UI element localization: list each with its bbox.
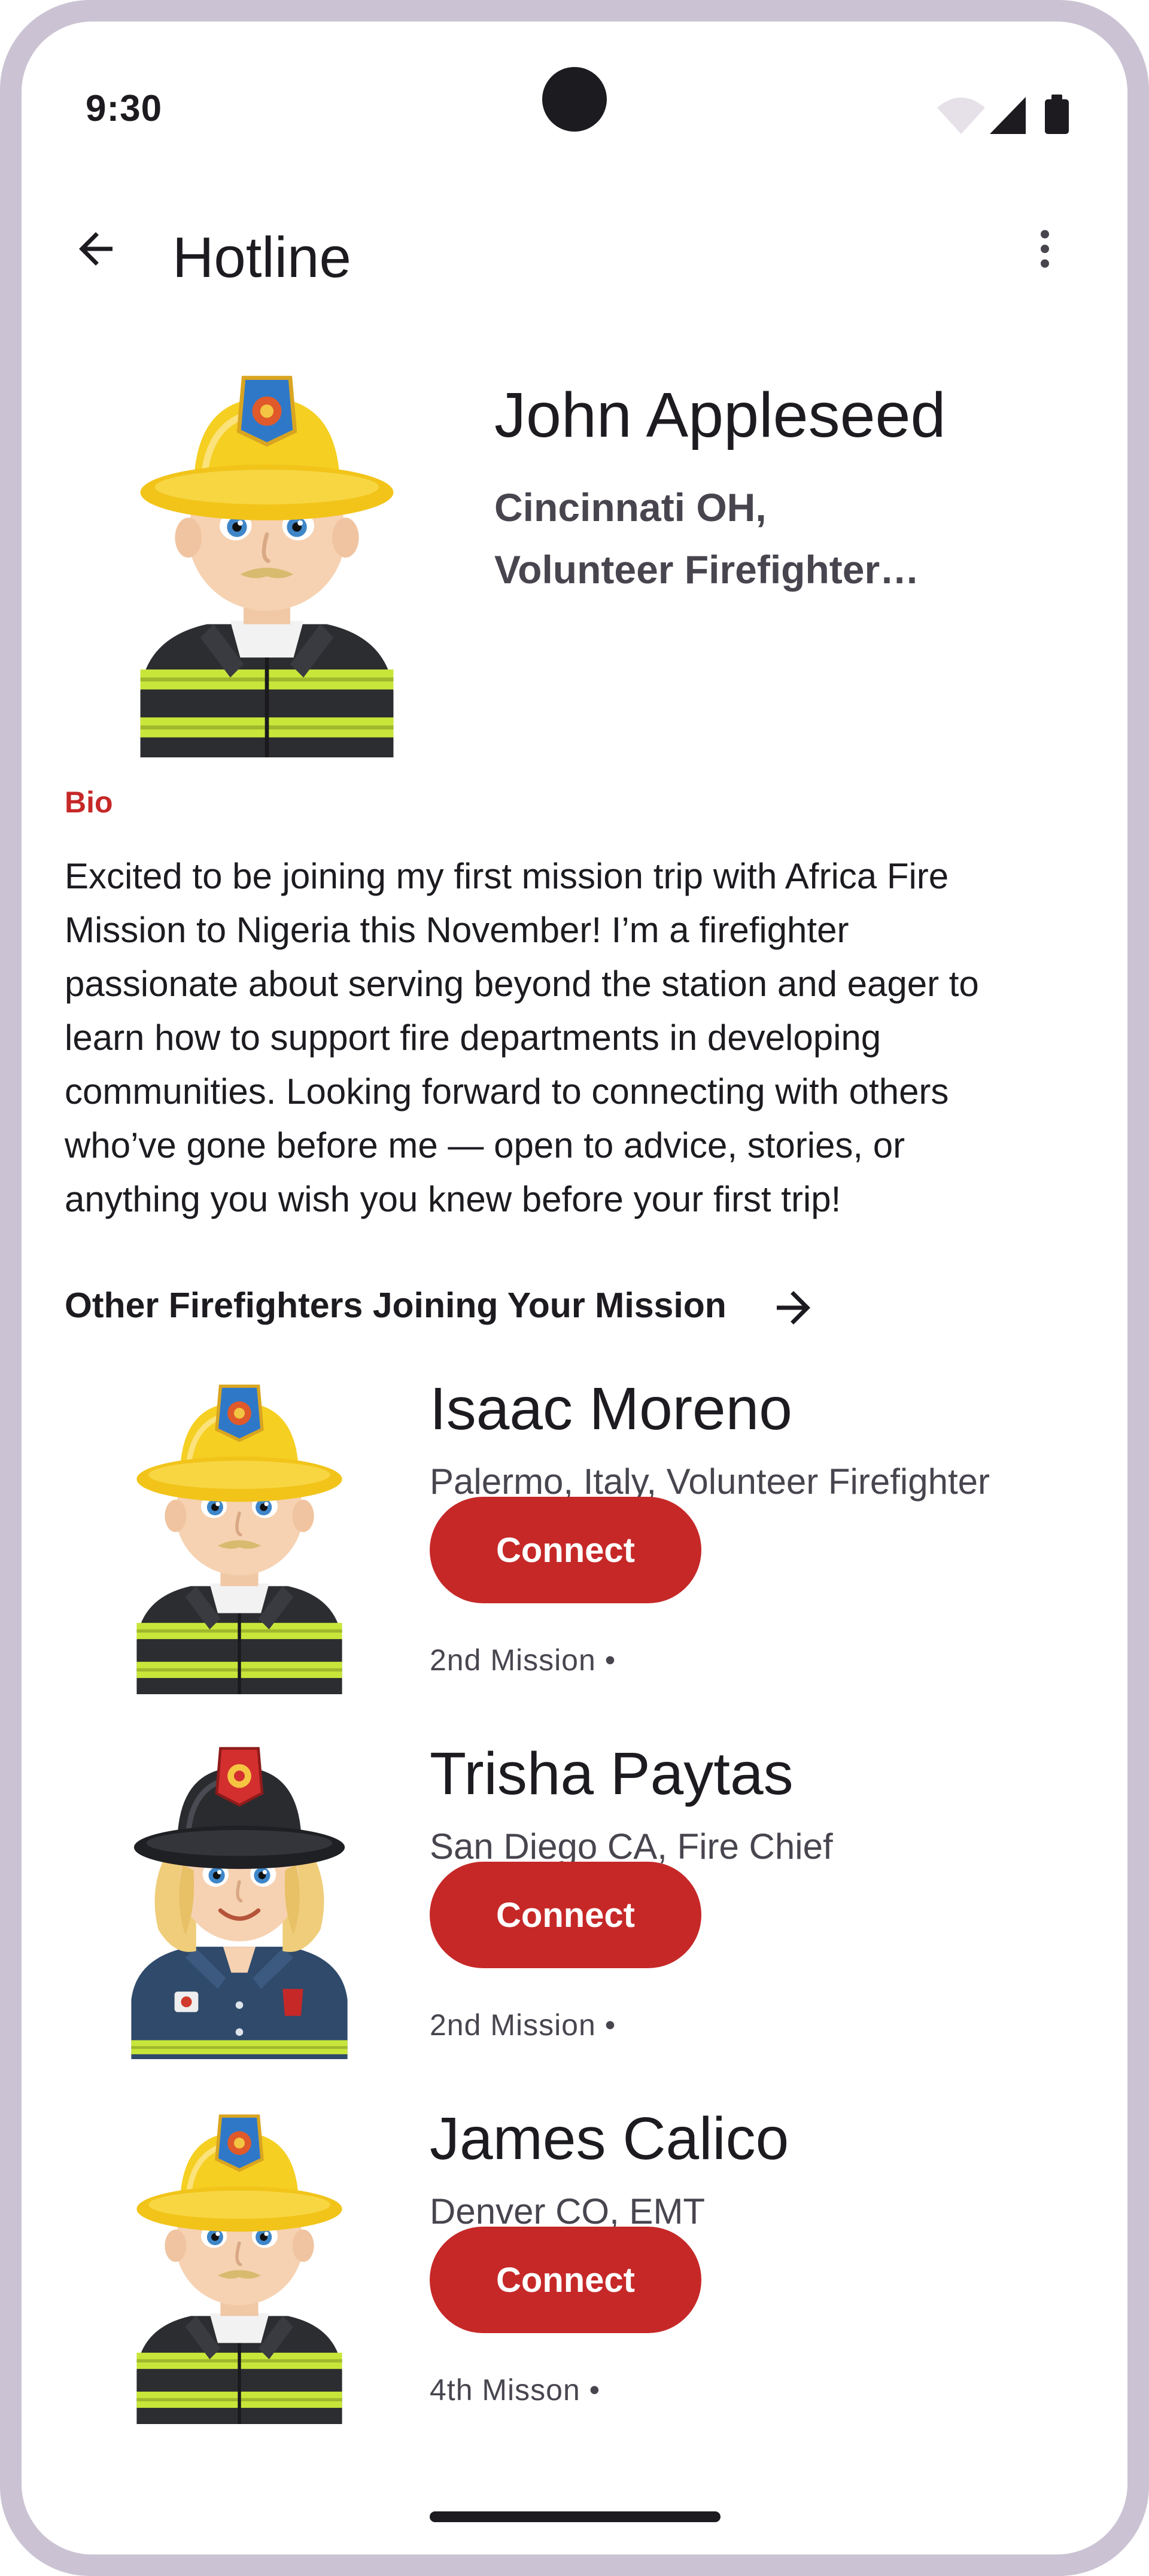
arrow-back-icon [79,232,113,266]
wifi-icon [937,98,985,134]
list-item-location: San Diego CA, Fire Chief [430,1826,833,1866]
status-time: 9:30 [86,88,163,129]
see-all-button[interactable] [764,1278,823,1338]
firefighter-avatar-icon [105,345,428,757]
front-camera [542,67,607,132]
list-item-avatar [108,1359,371,1694]
status-icons [937,95,1069,134]
list-item-location: Palermo, Italy, Volunteer Firefighter [430,1461,990,1502]
list-item-mission: 4th Misson • [430,2373,601,2407]
list-item-mission: 2nd Mission • [430,1643,616,1677]
overflow-menu-button[interactable] [1015,219,1075,279]
list-item-name: Trisha Paytas [430,1740,794,1807]
section-title[interactable]: Other Firefighters Joining Your Mission [65,1285,727,1326]
bio-text: Excited to be joining my first mission t… [65,856,979,1219]
list-item-location: Denver CO, EMT [430,2191,706,2231]
bio-label: Bio [65,785,113,819]
back-button[interactable] [66,219,126,279]
list-item-avatar [108,1724,371,2059]
list-item-name: Isaac Moreno [430,1375,792,1442]
page-title: Hotline [172,226,351,290]
profile-name: John Appleseed [494,380,946,450]
cellular-signal-icon [990,97,1026,134]
list-item-avatar [108,2089,371,2424]
arrow-forward-icon [777,1291,810,1324]
profile-role: Volunteer Firefighter… [494,547,920,592]
list-item-name: James Calico [430,2105,789,2172]
profile-subtitle: Cincinnati OH, Volunteer Firefighter… [494,476,1009,601]
profile-avatar [105,345,428,757]
firefighter-avatar-icon [108,2089,371,2424]
firefighter-avatar-icon [108,1359,371,1694]
list-item-mission: 2nd Mission • [430,2008,616,2042]
connect-button[interactable]: Connect [430,1862,701,1968]
profile-location: Cincinnati OH, [494,485,767,529]
phone-screen: 9:30 Hotline John Appleseed Cincinnati O… [22,22,1127,2554]
home-indicator[interactable] [430,2511,721,2522]
more-vert-icon [1041,230,1049,268]
connect-button[interactable]: Connect [430,2227,701,2333]
device-frame: 9:30 Hotline John Appleseed Cincinnati O… [0,0,1149,2576]
fire-chief-avatar-icon [108,1724,371,2059]
battery-icon [1045,95,1069,134]
connect-button[interactable]: Connect [430,1497,701,1603]
